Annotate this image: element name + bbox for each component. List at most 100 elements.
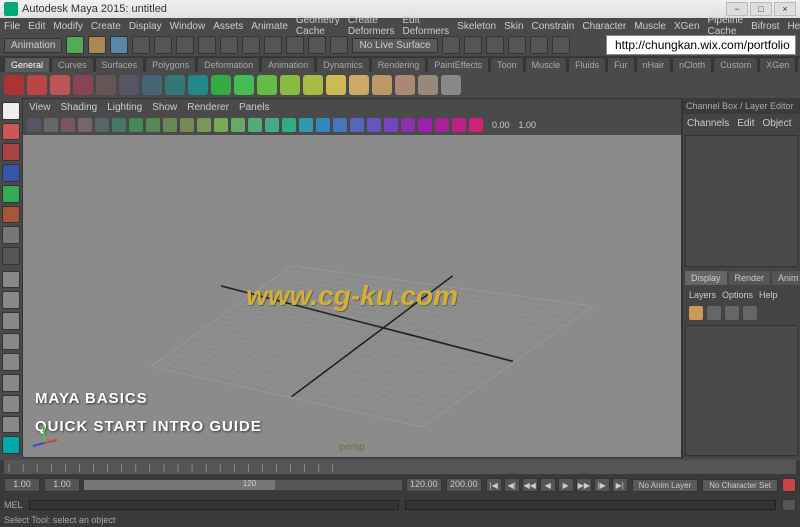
select-hier-icon[interactable] bbox=[220, 36, 238, 54]
persp-graph-icon[interactable] bbox=[2, 395, 20, 413]
snap-curve-icon[interactable] bbox=[264, 36, 282, 54]
shelf-item-19[interactable] bbox=[441, 75, 461, 95]
hypershade-persp-icon[interactable] bbox=[2, 374, 20, 392]
play-button[interactable]: ▶ bbox=[558, 478, 574, 492]
panel-icon-15[interactable] bbox=[282, 118, 296, 132]
manip-tool[interactable] bbox=[2, 226, 20, 244]
two-stack-icon[interactable] bbox=[2, 333, 20, 351]
shelf-item-10[interactable] bbox=[234, 75, 254, 95]
move-tool[interactable] bbox=[2, 164, 20, 182]
shelf-item-4[interactable] bbox=[96, 75, 116, 95]
panel-icon-8[interactable] bbox=[163, 118, 177, 132]
panel-icon-3[interactable] bbox=[78, 118, 92, 132]
select-comp-icon[interactable] bbox=[198, 36, 216, 54]
prev-key-button[interactable]: ◀◀ bbox=[522, 478, 538, 492]
panel-icon-13[interactable] bbox=[248, 118, 262, 132]
maya-logo-icon[interactable] bbox=[2, 436, 20, 454]
panel-icon-9[interactable] bbox=[180, 118, 194, 132]
panel-icon-16[interactable] bbox=[299, 118, 313, 132]
last-tool[interactable] bbox=[2, 247, 20, 265]
lasso-tool[interactable] bbox=[2, 123, 20, 141]
panel-icon-17[interactable] bbox=[316, 118, 330, 132]
menu-create-deformers[interactable]: Create Deformers bbox=[348, 15, 395, 37]
scale-tool[interactable] bbox=[2, 206, 20, 224]
maximize-button[interactable]: □ bbox=[750, 2, 772, 16]
range-slider[interactable]: 120 bbox=[84, 480, 402, 490]
layer-menu-help[interactable]: Help bbox=[759, 290, 778, 300]
play-back-button[interactable]: ◀ bbox=[540, 478, 556, 492]
step-fwd-button[interactable]: |▶ bbox=[594, 478, 610, 492]
anim-layer-dropdown[interactable]: No Anim Layer bbox=[632, 479, 698, 492]
panel-icon-10[interactable] bbox=[197, 118, 211, 132]
menu-window[interactable]: Window bbox=[170, 21, 206, 32]
viewport-size[interactable]: 1.00 bbox=[519, 120, 537, 130]
viewport[interactable]: www.cg-ku.com MAYA BASICS QUICK START IN… bbox=[23, 135, 681, 457]
menu-pipeline-cache[interactable]: Pipeline Cache bbox=[708, 15, 744, 37]
snap-point-icon[interactable] bbox=[286, 36, 304, 54]
two-side-icon[interactable] bbox=[2, 312, 20, 330]
shelf-tab-dynamics[interactable]: Dynamics bbox=[316, 57, 370, 72]
panel-icon-18[interactable] bbox=[333, 118, 347, 132]
menu-geometry-cache[interactable]: Geometry Cache bbox=[296, 15, 340, 37]
shelf-item-12[interactable] bbox=[280, 75, 300, 95]
menu-xgen[interactable]: XGen bbox=[674, 21, 700, 32]
shelf-item-0[interactable] bbox=[4, 75, 24, 95]
shelf-item-6[interactable] bbox=[142, 75, 162, 95]
menu-animate[interactable]: Animate bbox=[251, 21, 288, 32]
cmd-input[interactable] bbox=[29, 500, 400, 510]
range-start-inner[interactable]: 1.00 bbox=[44, 478, 80, 492]
panel-icon-4[interactable] bbox=[95, 118, 109, 132]
layer-tab-display[interactable]: Display bbox=[685, 271, 727, 285]
time-slider[interactable]: |||||||||||||||||||||||| bbox=[4, 460, 796, 474]
render-icon[interactable] bbox=[442, 36, 460, 54]
layer-tab-render[interactable]: Render bbox=[729, 271, 771, 285]
rewind-button[interactable]: |◀ bbox=[486, 478, 502, 492]
menu-create[interactable]: Create bbox=[91, 21, 121, 32]
shelf-item-3[interactable] bbox=[73, 75, 93, 95]
layer-move-down-icon[interactable] bbox=[725, 306, 739, 320]
script-editor-icon[interactable] bbox=[2, 416, 20, 434]
panel-icon-20[interactable] bbox=[367, 118, 381, 132]
panel-icon-6[interactable] bbox=[129, 118, 143, 132]
undo-icon[interactable] bbox=[132, 36, 150, 54]
range-end-outer[interactable]: 200.00 bbox=[446, 478, 482, 492]
shelf-tab-custom[interactable]: Custom bbox=[713, 57, 758, 72]
menu-edit-deformers[interactable]: Edit Deformers bbox=[402, 15, 449, 37]
new-scene-icon[interactable] bbox=[66, 36, 84, 54]
panel-menu-renderer[interactable]: Renderer bbox=[187, 102, 229, 113]
layout2-icon[interactable] bbox=[552, 36, 570, 54]
select-obj-icon[interactable] bbox=[176, 36, 194, 54]
menu-edit[interactable]: Edit bbox=[28, 21, 45, 32]
panel-icon-14[interactable] bbox=[265, 118, 279, 132]
panel-icon-19[interactable] bbox=[350, 118, 364, 132]
shelf-item-1[interactable] bbox=[27, 75, 47, 95]
four-view-icon[interactable] bbox=[2, 291, 20, 309]
shelf-tab-toon[interactable]: Toon bbox=[490, 57, 524, 72]
channel-box[interactable] bbox=[685, 135, 798, 267]
shelf-item-5[interactable] bbox=[119, 75, 139, 95]
shelf-tab-muscle[interactable]: Muscle bbox=[525, 57, 568, 72]
shelf-tab-rendering[interactable]: Rendering bbox=[371, 57, 427, 72]
shelf-item-11[interactable] bbox=[257, 75, 277, 95]
panel-icon-2[interactable] bbox=[61, 118, 75, 132]
menu-bifrost[interactable]: Bifrost bbox=[751, 21, 779, 32]
panel-icon-21[interactable] bbox=[384, 118, 398, 132]
shelf-tab-curves[interactable]: Curves bbox=[51, 57, 94, 72]
menu-help[interactable]: Help bbox=[787, 21, 800, 32]
panel-icon-12[interactable] bbox=[231, 118, 245, 132]
menu-character[interactable]: Character bbox=[582, 21, 626, 32]
char-set-dropdown[interactable]: No Character Set bbox=[702, 479, 778, 492]
live-surface-dropdown[interactable]: No Live Surface bbox=[352, 38, 437, 53]
panel-icon-25[interactable] bbox=[452, 118, 466, 132]
panel-icon-26[interactable] bbox=[469, 118, 483, 132]
panel-icon-0[interactable] bbox=[27, 118, 41, 132]
panel-icon-7[interactable] bbox=[146, 118, 160, 132]
shelf-tab-nhair[interactable]: nHair bbox=[636, 57, 672, 72]
shelf-item-2[interactable] bbox=[50, 75, 70, 95]
minimize-button[interactable]: − bbox=[726, 2, 748, 16]
layer-new-icon[interactable] bbox=[689, 306, 703, 320]
paint-select-tool[interactable] bbox=[2, 143, 20, 161]
outliner-persp-icon[interactable] bbox=[2, 353, 20, 371]
script-editor-button[interactable] bbox=[782, 499, 796, 511]
panel-menu-lighting[interactable]: Lighting bbox=[107, 102, 142, 113]
